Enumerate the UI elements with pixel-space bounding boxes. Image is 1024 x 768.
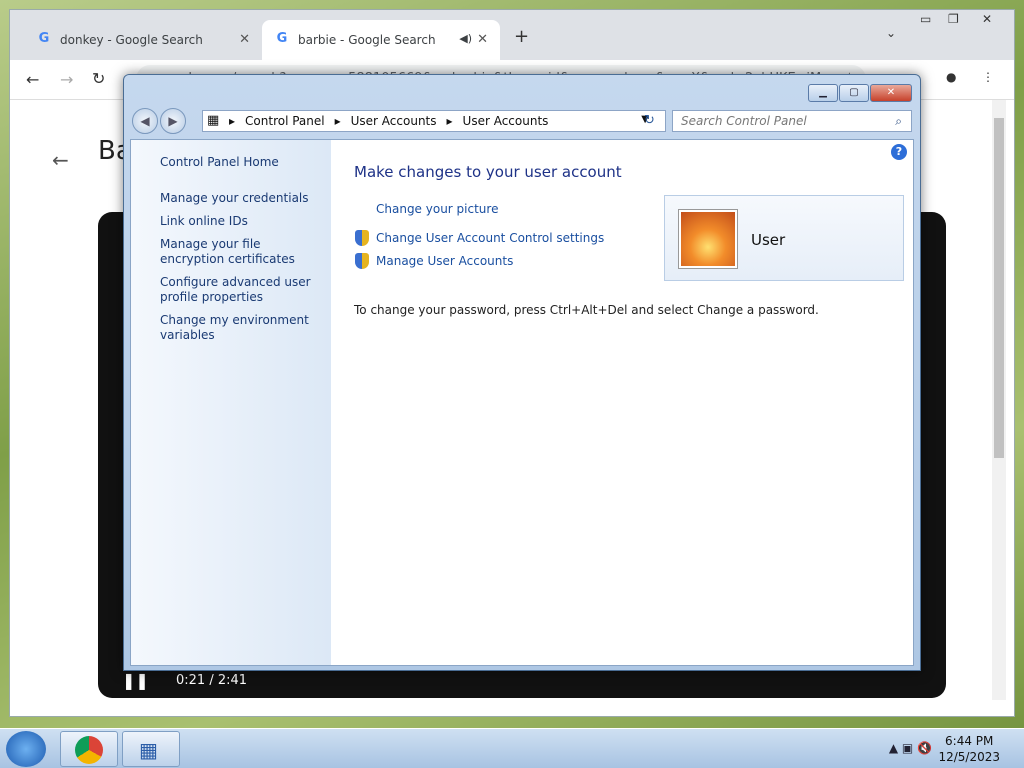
tab-barbie[interactable]: G barbie - Google Search ◀) ✕ [262,20,500,60]
control-panel-icon: ▦ [207,113,220,128]
refresh-icon[interactable]: ↻ [644,113,655,128]
back-arrow-icon[interactable]: ← [52,148,69,172]
back-button[interactable]: ◀ [132,108,158,134]
tab-donkey[interactable]: G donkey - Google Search ✕ [24,20,262,60]
minimize-button[interactable]: ▁ [808,84,838,102]
scrollbar-thumb[interactable] [994,118,1004,458]
forward-icon[interactable]: → [60,70,73,89]
environment-variables-link[interactable]: Change my environment variables [160,313,325,343]
clock-date: 12/5/2023 [938,750,1000,764]
window-caption-buttons: ▁ ▢ ✕ [808,84,912,102]
search-input[interactable]: Search Control Panel [672,110,912,132]
restore-icon[interactable]: ❐ [948,12,959,26]
video-time: 0:21 / 2:41 [176,673,248,688]
navigation-row: ◀ ▶ ▦ ▸ Control Panel ▸ User Accounts ▸ … [132,108,912,134]
account-tile: User [664,195,904,281]
uac-shield-icon [355,230,369,246]
new-tab-button[interactable]: + [514,26,529,47]
start-button[interactable] [6,731,46,767]
tray-icons[interactable]: ▲ ▣ 🔇 [889,741,932,755]
control-panel-taskbar-icon[interactable]: ▦ [122,731,180,767]
clock[interactable]: 6:44 PM 12/5/2023 [938,733,1000,765]
forward-button[interactable]: ▶ [160,108,186,134]
tab-label: barbie - Google Search [298,33,436,47]
tab-search-icon[interactable]: ⌄ [886,26,896,40]
password-info: To change your password, press Ctrl+Alt+… [354,303,819,317]
window-content: Control Panel Home Manage your credentia… [130,139,914,666]
avatar[interactable] [679,210,737,268]
task-pane: Control Panel Home Manage your credentia… [131,140,331,665]
manage-user-accounts-link[interactable]: Manage User Accounts [376,254,513,268]
breadcrumb-user-accounts[interactable]: User Accounts [351,114,437,128]
main-pane: ? Make changes to your user account Chan… [331,140,913,665]
minimize-icon[interactable]: ▭ [920,12,931,26]
link-online-ids-link[interactable]: Link online IDs [160,214,325,229]
uac-shield-icon [355,253,369,269]
breadcrumb-sep: ▸ [334,114,341,128]
close-tab-icon[interactable]: ✕ [477,32,488,47]
clock-time: 6:44 PM [945,734,994,748]
encryption-certificates-link[interactable]: Manage your file encryption certificates [160,237,325,267]
chrome-taskbar-icon[interactable] [60,731,118,767]
close-icon[interactable]: ✕ [982,12,992,26]
change-picture-link[interactable]: Change your picture [376,202,498,216]
tab-label: donkey - Google Search [60,33,203,47]
back-icon[interactable]: ← [26,70,39,89]
manage-credentials-link[interactable]: Manage your credentials [160,191,325,206]
search-icon[interactable]: ⌕ [895,114,902,129]
breadcrumb[interactable]: ▦ ▸ Control Panel ▸ User Accounts ▸ User… [202,110,666,132]
menu-icon[interactable]: ⋮ [982,70,994,84]
reload-icon[interactable]: ↻ [92,69,105,88]
google-icon: G [38,31,50,46]
profile-icon[interactable]: ● [946,70,956,84]
tab-strip: G donkey - Google Search ✕ G barbie - Go… [10,10,1014,60]
breadcrumb-control-panel[interactable]: Control Panel [245,114,325,128]
google-icon: G [276,31,288,46]
advanced-profile-link[interactable]: Configure advanced user profile properti… [160,275,325,305]
pause-icon[interactable]: ❚❚ [122,671,149,690]
breadcrumb-sep: ▸ [229,114,236,128]
speaker-icon[interactable]: ◀) [459,32,472,45]
breadcrumb-sep: ▸ [446,114,453,128]
help-icon[interactable]: ? [891,144,907,160]
close-tab-icon[interactable]: ✕ [239,32,250,47]
close-button[interactable]: ✕ [870,84,912,102]
taskbar: ▦ ▲ ▣ 🔇 6:44 PM 12/5/2023 [0,728,1024,768]
control-panel-home-link[interactable]: Control Panel Home [160,155,325,170]
account-name: User [751,231,786,249]
page-title: Make changes to your user account [354,163,622,181]
control-panel-window: ▁ ▢ ✕ ◀ ▶ ▦ ▸ Control Panel ▸ User Accou… [123,74,921,671]
control-panel-icon: ▦ [139,738,158,762]
chrome-logo-icon [75,736,103,764]
page-scrollbar[interactable] [992,100,1006,700]
uac-settings-link[interactable]: Change User Account Control settings [376,231,604,245]
breadcrumb-user-accounts-current[interactable]: User Accounts [463,114,549,128]
maximize-button[interactable]: ▢ [839,84,869,102]
